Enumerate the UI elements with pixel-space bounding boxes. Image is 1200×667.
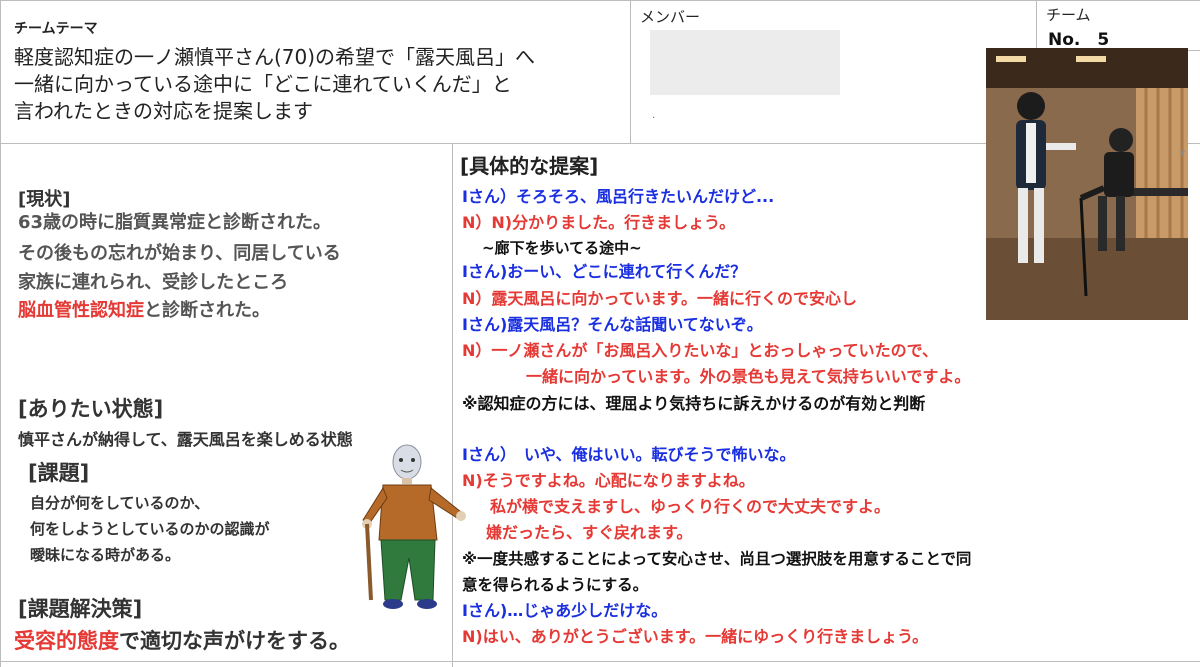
- care-scene-photo: [986, 48, 1188, 320]
- dialog-line-13: 嫌だったら、すぐ戻れます。: [486, 523, 693, 542]
- team-theme-label: チームテーマ: [14, 21, 98, 37]
- dialog-line-12: 私が横で支えますし、ゆっくり行くので大丈夫ですよ。: [490, 497, 891, 516]
- theme-line-3: 言われたときの対応を提案します: [14, 99, 313, 123]
- dialog-line-17: N)はい、ありがとうございます。一緒にゆっくり行きましょう。: [462, 627, 929, 646]
- ideal-title: [ありたい状態]: [18, 397, 164, 421]
- solution-title: [課題解決策]: [18, 597, 143, 621]
- dialog-line-6: Iさん)露天風呂？そんな話聞いてないぞ。: [462, 315, 763, 334]
- bottom-border: [0, 661, 1200, 662]
- dialog-line-16: Iさん)…じゃあ少しだけな。: [462, 601, 668, 620]
- diagnosis-highlight: 脳血管性認知症: [18, 300, 144, 321]
- dialog-line-7: N）一ノ瀬さんが「お風呂入りたいな」とおっしゃっていたので、: [462, 341, 938, 360]
- theme-line-1: 軽度認知症の一ノ瀬慎平さん(70)の希望で「露天風呂」へ: [14, 45, 536, 69]
- scroll-chevron-icon[interactable]: ▾: [1180, 148, 1185, 159]
- current-line-3: 家族に連れられ、受診したところ: [18, 272, 289, 293]
- current-line-2: その後もの忘れが始まり、同居している: [18, 243, 341, 264]
- member-dot: .: [652, 110, 656, 121]
- dialog-line-11: N)そうですよね。心配になりますよね。: [462, 471, 755, 490]
- member-divider: [630, 0, 631, 143]
- team-divider: [1036, 0, 1037, 50]
- left-border: [0, 0, 1, 667]
- dialog-line-9: ※認知症の方には、理屈より気持ちに訴えかけるのが有効と判断: [462, 394, 926, 413]
- top-border: [0, 0, 1200, 1]
- solution-text: 受容的態度で適切な声がけをする。: [14, 625, 350, 655]
- current-title: [現状]: [18, 189, 71, 210]
- member-names-redacted: [650, 30, 840, 95]
- dialog-line-4: Iさん)おーい、どこに連れて行くんだ？: [462, 262, 747, 281]
- dialog-line-10: Iさん） いや、俺はいい。転びそうで怖いな。: [462, 445, 796, 464]
- issue-line-2: 何をしようとしているのかの認識が: [30, 520, 270, 538]
- current-line-4: 脳血管性認知症と診断された。: [18, 298, 270, 324]
- team-label: チーム: [1046, 6, 1091, 24]
- dialog-line-14: ※一度共感することによって安心させ、尚且つ選択肢を用意することで同: [462, 550, 972, 568]
- solution-rest: で適切な声がけをする。: [119, 629, 350, 653]
- issue-line-3: 曖昧になる時がある。: [30, 546, 181, 564]
- dialog-line-15: 意を得られるようにする。: [462, 576, 649, 594]
- dialog-line-2: N）N)分かりました。行きましょう。: [462, 213, 736, 232]
- proposal-title: [具体的な提案]: [460, 154, 599, 178]
- ideal-text: 慎平さんが納得して、露天風呂を楽しめる状態: [18, 430, 353, 449]
- solution-highlight: 受容的態度: [14, 629, 119, 653]
- dialog-line-5: N）露天風呂に向かっています。一緒に行くので安心し: [462, 289, 857, 308]
- photo-illustration: [986, 48, 1188, 320]
- member-label: メンバー: [640, 8, 701, 26]
- current-line-4-rest: と診断された。: [144, 300, 270, 321]
- issue-title: [課題]: [28, 461, 90, 485]
- elderly-man-illustration: [355, 440, 475, 615]
- theme-line-2: 一緒に向かっている途中に「どこに連れていくんだ」と: [14, 72, 512, 96]
- dialog-line-3: ~廊下を歩いてる途中~: [482, 239, 642, 257]
- dialog-line-1: Iさん）そろそろ、風呂行きたいんだけど...: [462, 187, 775, 206]
- current-line-1: 63歳の時に脂質異常症と診断された。: [18, 212, 332, 233]
- dialog-line-8: 一緒に向かっています。外の景色も見えて気持ちいいですよ。: [526, 367, 971, 386]
- issue-line-1: 自分が何をしているのか、: [30, 494, 210, 512]
- team-number: No. 5: [1048, 30, 1110, 50]
